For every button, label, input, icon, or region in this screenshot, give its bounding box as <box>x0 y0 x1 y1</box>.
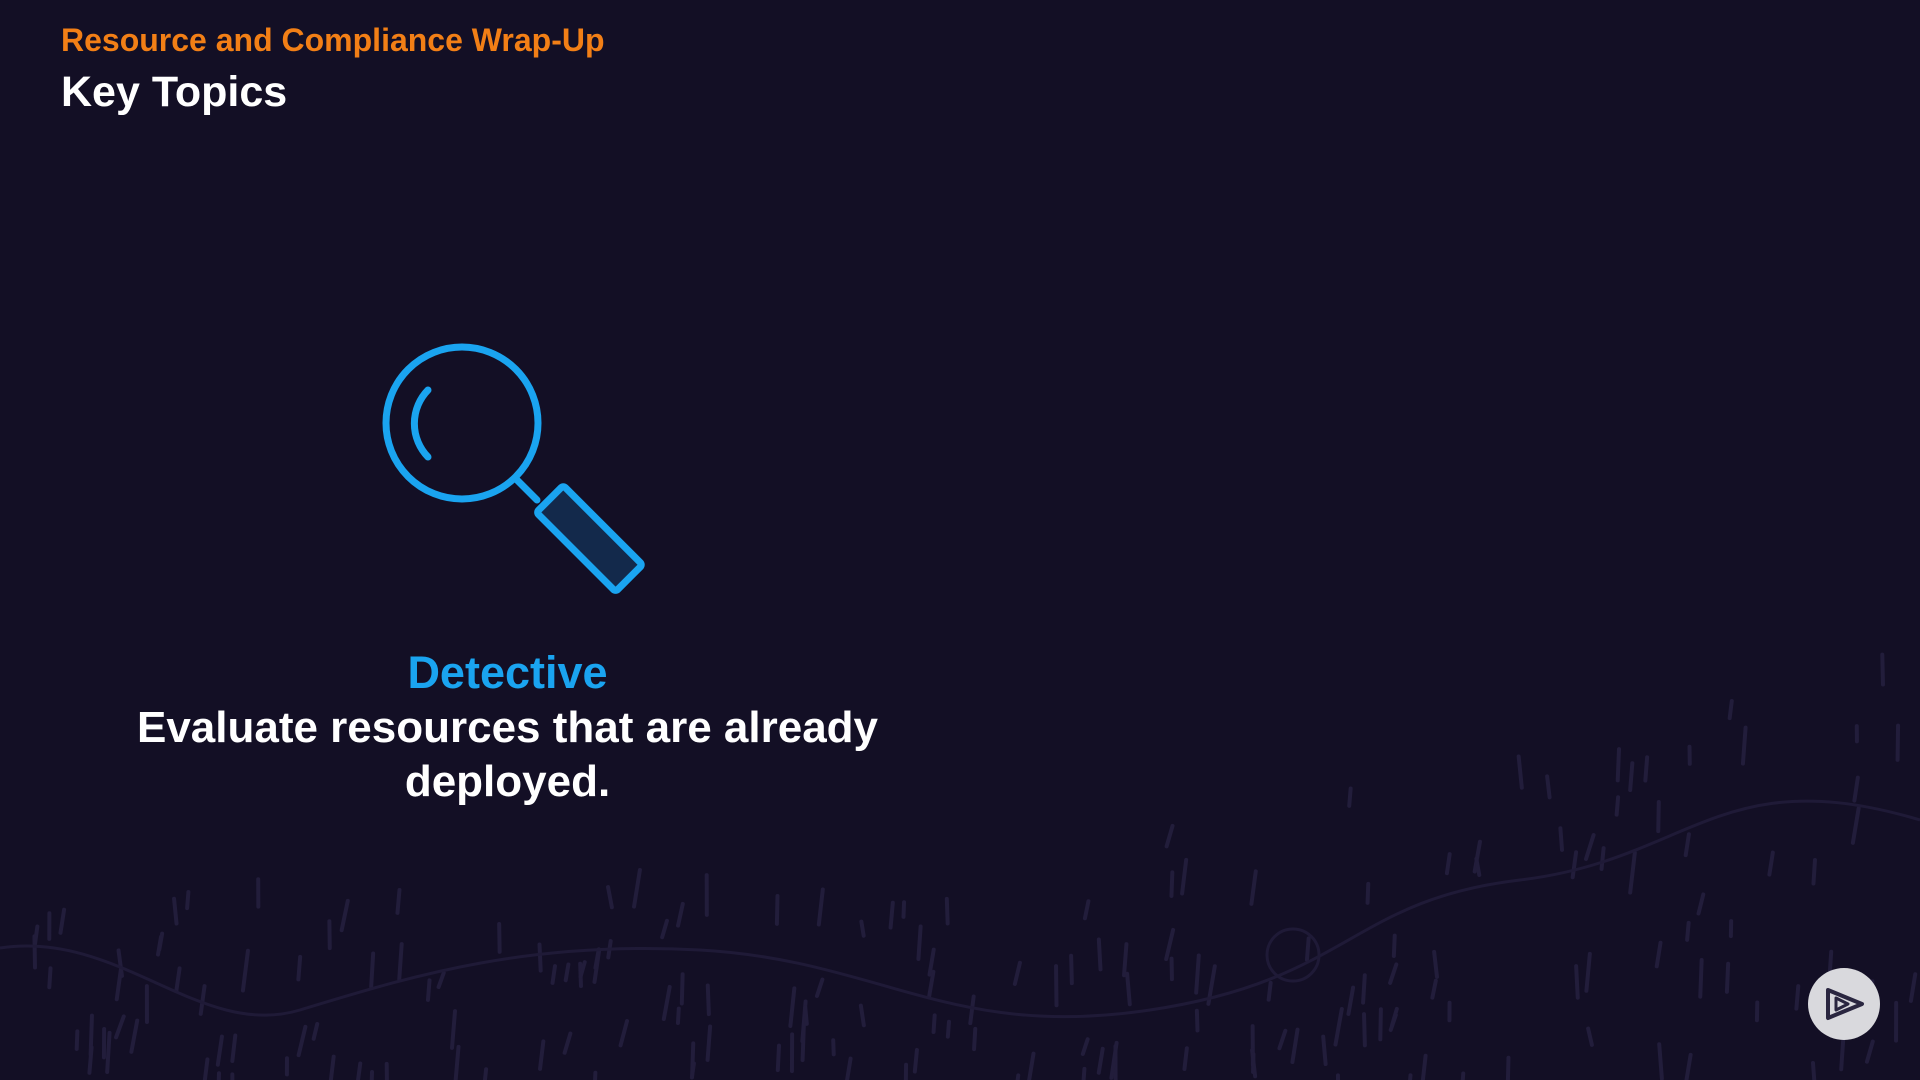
play-logo-icon <box>1826 988 1864 1020</box>
slide: Resource and Compliance Wrap-Up Key Topi… <box>0 0 1920 1080</box>
page-title: Key Topics <box>61 68 288 116</box>
background-pattern <box>0 652 1920 1080</box>
topic-description: Evaluate resources that are already depl… <box>136 703 879 806</box>
topic-heading: Detective <box>407 647 608 698</box>
magnifying-glass-icon <box>382 343 645 594</box>
topic-block: Detective Evaluate resources that are al… <box>110 645 905 809</box>
play-button[interactable] <box>1808 968 1880 1040</box>
section-subtitle: Resource and Compliance Wrap-Up <box>61 22 605 58</box>
header: Resource and Compliance Wrap-Up Key Topi… <box>61 20 605 118</box>
